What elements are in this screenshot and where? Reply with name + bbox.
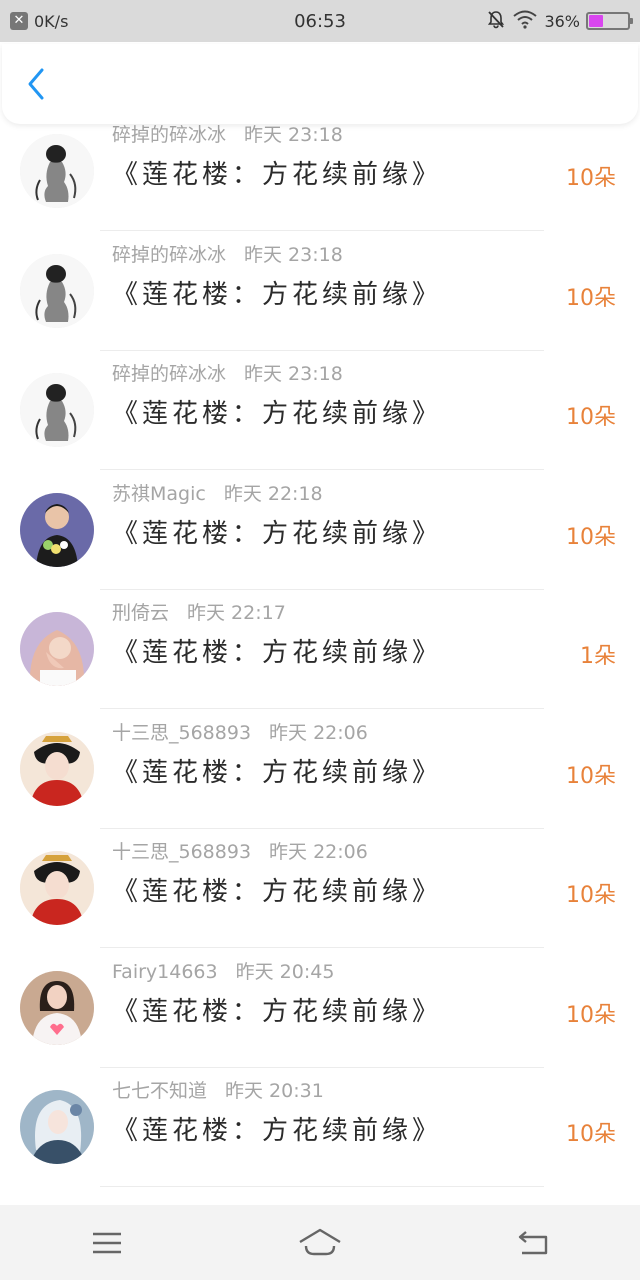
gift-row[interactable]: 十三思_568893 昨天 22:06 《莲花楼：方花续前缘》 10朵 [0,710,640,829]
work-title: 《莲花楼：方花续前缘》 [112,996,443,1027]
avatar[interactable] [20,1090,94,1164]
timestamp: 昨天 22:06 [269,841,368,863]
username[interactable]: Fairy14663 [112,961,218,983]
battery-fill [589,15,603,27]
menu-icon [92,1232,121,1253]
battery-percent: 36% [544,11,580,31]
avatar[interactable] [20,373,94,447]
username[interactable]: 苏祺Magic [112,483,206,505]
gift-list[interactable]: 碎掉的碎冰冰 昨天 23:18 《莲花楼：方花续前缘》 10朵 碎掉的碎冰冰 昨天 23:… [0,122,640,1205]
back-button[interactable] [18,66,54,102]
avatar[interactable] [20,492,94,567]
back-icon [519,1230,548,1254]
timestamp: 昨天 23:18 [244,243,343,266]
avatar[interactable] [20,253,94,328]
gift-row[interactable]: 碎掉的碎冰冰 昨天 23:18 《莲花楼：方花续前缘》 10朵 [0,122,640,231]
timestamp: 昨天 23:18 [244,124,343,146]
gift-row[interactable]: 七七不知道 昨天 20:31 《莲花楼：方花续前缘》 10朵 [0,1068,640,1187]
flower-count: 10朵 [566,166,616,191]
gift-row[interactable]: 十三思_568893 昨天 22:06 《莲花楼：方花续前缘》 10朵 [0,829,640,948]
row-meta: 苏祺Magic 昨天 22:18 [112,479,323,506]
avatar[interactable] [20,970,94,1045]
username[interactable]: 刑倚云 [112,602,169,624]
row-meta: 刑倚云 昨天 22:17 [112,598,286,625]
avatar[interactable] [20,851,94,925]
system-back-button[interactable] [503,1218,563,1268]
timestamp: 昨天 22:06 [269,721,368,744]
chevron-left-icon [28,68,44,100]
row-divider [100,1186,544,1187]
timestamp: 昨天 22:17 [187,602,286,624]
row-meta: 十三思_568893 昨天 22:06 [112,837,368,864]
username[interactable]: 碎掉的碎冰冰 [112,363,226,385]
gift-row[interactable]: 苏祺Magic 昨天 22:18 《莲花楼：方花续前缘》 10朵 [0,471,640,590]
row-meta: 七七不知道 昨天 20:31 [112,1076,324,1103]
username[interactable]: 十三思_568893 [112,722,251,744]
flower-count: 10朵 [566,405,616,430]
timestamp: 昨天 22:18 [223,482,323,505]
flower-count: 10朵 [566,285,616,311]
work-title: 《莲花楼：方花续前缘》 [112,160,443,190]
timestamp: 昨天 20:31 [225,1080,324,1102]
avatar[interactable] [20,731,94,806]
work-title: 《莲花楼：方花续前缘》 [112,757,443,788]
status-right: 36% [486,9,633,33]
flower-count: 10朵 [566,1122,616,1147]
row-meta: 十三思_568893 昨天 22:06 [112,718,368,745]
work-title: 《莲花楼：方花续前缘》 [112,877,443,907]
work-title: 《莲花楼：方花续前缘》 [112,399,443,429]
avatar[interactable] [20,612,94,686]
work-title: 《莲花楼：方花续前缘》 [112,518,443,549]
screen: ✕ 0K/s 06:53 36% 碎掉的碎冰冰 昨天 23:18 《莲花楼：方花… [0,0,640,1280]
header [2,44,638,124]
row-meta: 碎掉的碎冰冰 昨天 23:18 [112,122,343,147]
work-title: 《莲花楼：方花续前缘》 [112,638,443,668]
status-left: ✕ 0K/s [10,12,68,31]
bottom-navbar [0,1205,640,1280]
timestamp: 昨天 23:18 [244,363,343,385]
row-meta: 碎掉的碎冰冰 昨天 23:18 [112,359,343,386]
mute-bell-icon [486,9,506,33]
flower-count: 10朵 [566,763,616,789]
gift-row[interactable]: 碎掉的碎冰冰 昨天 23:18 《莲花楼：方花续前缘》 10朵 [0,351,640,470]
menu-button[interactable] [77,1218,137,1268]
flower-count: 10朵 [566,524,616,550]
work-title: 《莲花楼：方花续前缘》 [112,1116,443,1146]
work-title: 《莲花楼：方花续前缘》 [112,279,443,310]
battery-icon [586,12,633,30]
flower-count: 1朵 [580,644,616,669]
gift-row[interactable]: Fairy14663 昨天 20:45 《莲花楼：方花续前缘》 10朵 [0,949,640,1068]
wifi-icon [512,9,538,33]
avatar[interactable] [20,134,94,208]
row-meta: Fairy14663 昨天 20:45 [112,957,334,984]
username[interactable]: 碎掉的碎冰冰 [112,124,226,146]
timestamp: 昨天 20:45 [235,960,335,983]
home-button[interactable] [290,1218,350,1268]
username[interactable]: 七七不知道 [112,1080,207,1102]
home-icon [299,1228,341,1255]
gift-row[interactable]: 碎掉的碎冰冰 昨天 23:18 《莲花楼：方花续前缘》 10朵 [0,232,640,351]
flower-count: 10朵 [566,883,616,908]
network-speed: 0K/s [34,11,69,31]
gift-row[interactable]: 刑倚云 昨天 22:17 《莲花楼：方花续前缘》 1朵 [0,590,640,709]
username[interactable]: 十三思_568893 [112,841,251,863]
row-meta: 碎掉的碎冰冰 昨天 23:18 [112,240,343,267]
status-bar: ✕ 0K/s 06:53 36% [0,0,640,42]
username[interactable]: 碎掉的碎冰冰 [112,244,226,266]
close-badge-icon: ✕ [10,12,28,30]
flower-count: 10朵 [566,1002,616,1028]
